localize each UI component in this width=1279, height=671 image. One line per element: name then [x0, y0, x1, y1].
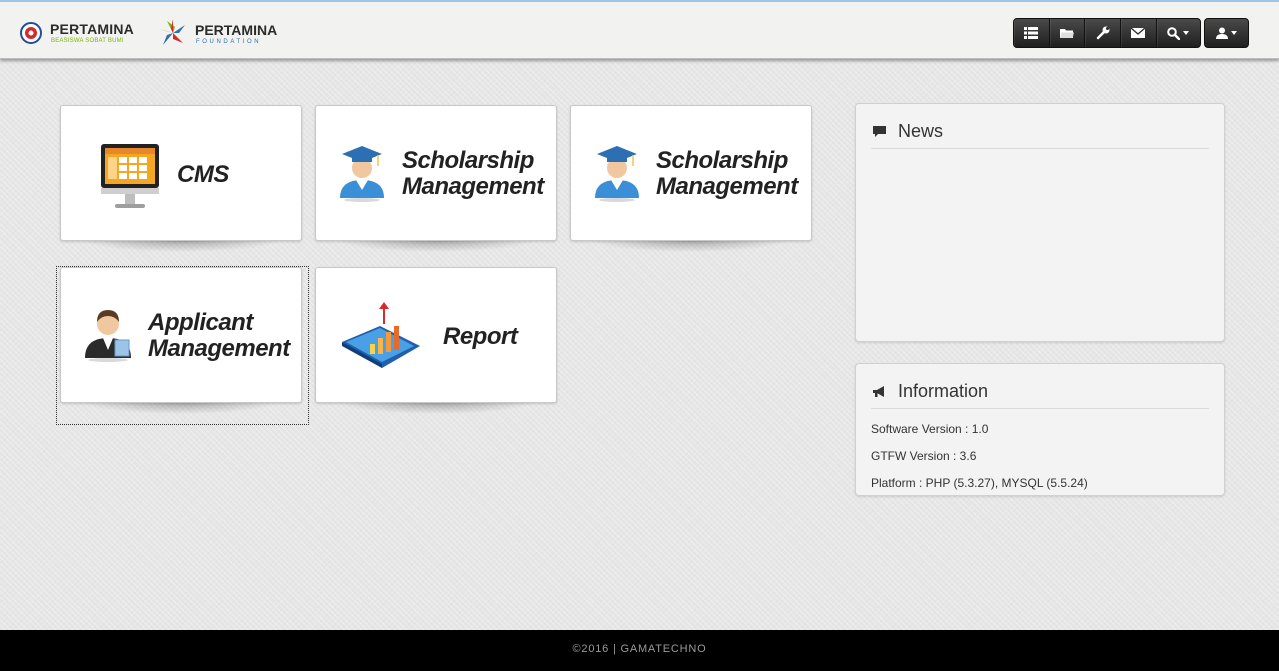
user-icon	[1216, 27, 1228, 39]
tile-label-line2: Management	[402, 173, 544, 200]
logo-right-tagline: FOUNDATION	[196, 39, 262, 45]
tile-label-line2: Management	[148, 335, 290, 362]
pertamina-foundation-emblem-icon	[159, 19, 185, 45]
news-panel: News	[855, 103, 1225, 342]
folder-icon	[1059, 29, 1074, 38]
report-chart-icon	[342, 302, 420, 368]
header-bar: PERTAMINA BEASISWA SOBAT BUMI PERTAMINA …	[0, 2, 1279, 59]
tile-label: Report	[443, 323, 518, 350]
gtfw-version-text: GTFW Version : 3.6	[871, 449, 977, 463]
pertamina-beasiswa-logo[interactable]: PERTAMINA BEASISWA SOBAT BUMI	[20, 19, 134, 47]
user-menu-button[interactable]	[1204, 18, 1249, 48]
tile-label-line2: Management	[656, 173, 798, 200]
folder-button[interactable]	[1050, 19, 1086, 47]
information-panel: Information Software Version : 1.0 GTFW …	[855, 363, 1225, 496]
tile-label-line1: Scholarship	[402, 147, 534, 174]
software-version-text: Software Version : 1.0	[871, 422, 989, 436]
information-title: Information	[898, 381, 989, 401]
monitor-icon	[101, 144, 159, 208]
search-dropdown-button[interactable]	[1157, 19, 1201, 47]
chevron-down-icon	[1183, 31, 1190, 35]
list-icon	[1024, 27, 1039, 39]
tile-scholarship-management-2[interactable]: Scholarship Management	[570, 105, 812, 241]
graduate-icon	[340, 146, 384, 202]
mail-button[interactable]	[1121, 19, 1157, 47]
pertamina-emblem-icon	[20, 22, 42, 44]
tile-applicant-management[interactable]: Applicant Management	[60, 267, 302, 403]
graduate-icon	[595, 146, 639, 202]
copyright-text: ©2016 | GAMATECHNO	[572, 643, 707, 655]
settings-button[interactable]	[1085, 19, 1121, 47]
tile-cms[interactable]: CMS	[60, 105, 302, 241]
tile-shadow	[81, 240, 281, 252]
bullhorn-icon	[873, 386, 884, 397]
tile-scholarship-management[interactable]: Scholarship Management	[315, 105, 557, 241]
tile-shadow	[81, 402, 281, 414]
footer: ©2016 | GAMATECHNO	[0, 630, 1279, 671]
tile-label-line1: Applicant	[148, 309, 253, 336]
search-icon	[1167, 26, 1181, 40]
pertamina-foundation-logo[interactable]: PERTAMINA FOUNDATION	[157, 19, 279, 49]
chevron-down-icon	[1231, 31, 1237, 35]
tile-shadow	[336, 240, 536, 252]
tile-shadow	[590, 240, 790, 252]
applicant-icon	[85, 310, 131, 362]
logo-left-tagline: BEASISWA SOBAT BUMI	[51, 38, 124, 44]
tile-shadow	[336, 402, 536, 414]
list-button[interactable]	[1014, 19, 1050, 47]
comment-icon	[873, 126, 886, 137]
envelope-icon	[1131, 28, 1146, 38]
information-panel-header: Information	[871, 378, 1209, 409]
main-toolbar	[1013, 18, 1201, 48]
platform-text: Platform : PHP (5.3.27), MYSQL (5.5.24)	[871, 476, 1088, 490]
logo-right-name: PERTAMINA	[195, 22, 278, 38]
tile-label-line1: Scholarship	[656, 147, 788, 174]
news-title: News	[898, 121, 944, 141]
wrench-icon	[1096, 26, 1110, 40]
tile-label: CMS	[177, 161, 229, 188]
news-panel-header: News	[871, 118, 1209, 149]
tile-report[interactable]: Report	[315, 267, 557, 403]
logo-left-name: PERTAMINA	[50, 21, 134, 37]
